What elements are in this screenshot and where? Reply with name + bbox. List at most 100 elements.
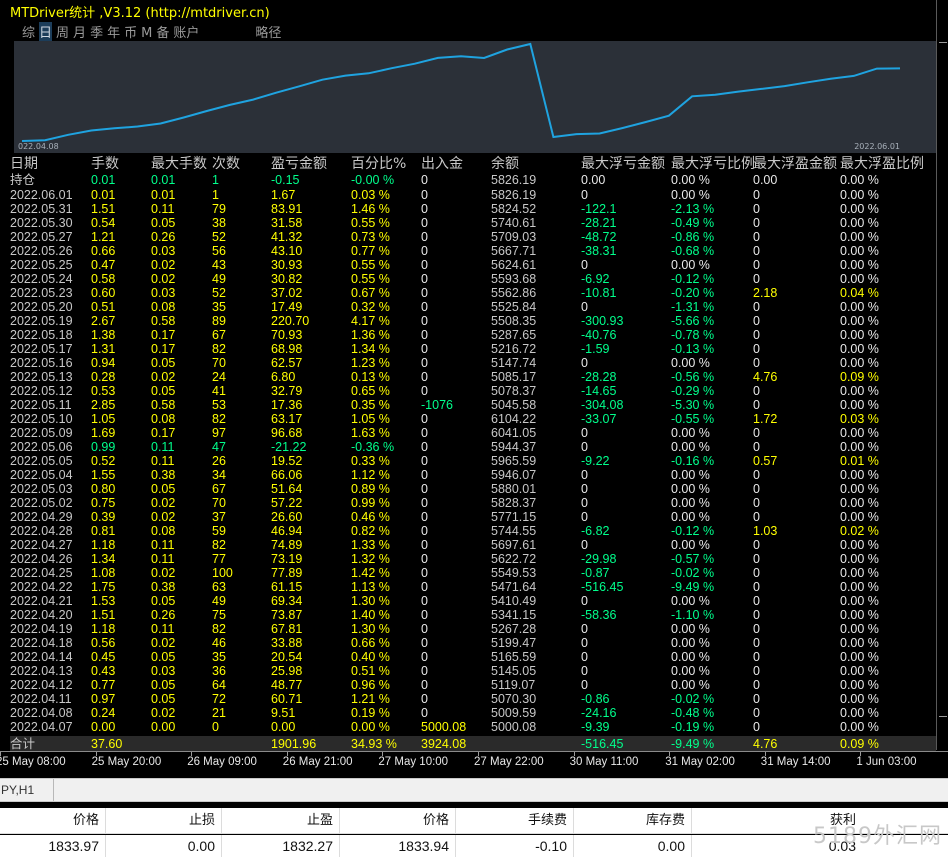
cell-pnl: 63.17 bbox=[271, 412, 303, 426]
tab-3[interactable]: 月 bbox=[73, 22, 86, 41]
cell-max-float-profit-pct: 0.00 % bbox=[840, 664, 879, 678]
cell-max-float-loss: 0 bbox=[581, 440, 588, 454]
cell-deposit: 0 bbox=[421, 496, 428, 510]
cell-max-float-loss: 0 bbox=[581, 482, 588, 496]
cell-deposit: 0 bbox=[421, 216, 428, 230]
header-swap[interactable]: 库存费 bbox=[574, 808, 692, 833]
cell-max-float-profit-pct: 0.00 % bbox=[840, 328, 879, 342]
cell-deposit: 0 bbox=[421, 426, 428, 440]
cell-max-float-loss: 0 bbox=[581, 258, 588, 272]
cell-deposit: 3924.08 bbox=[421, 737, 467, 751]
cell-date: 2022.05.27 bbox=[10, 230, 73, 244]
cell-lots: 1.21 bbox=[91, 230, 116, 244]
header-current-price[interactable]: 价格 bbox=[340, 808, 456, 833]
cell-max-float-profit-pct: 0.00 % bbox=[840, 216, 879, 230]
cell-balance: 6041.05 bbox=[491, 426, 537, 440]
cell-max-float-profit: 0 bbox=[753, 482, 760, 496]
cell-max-float-loss-pct: -5.66 % bbox=[671, 314, 715, 328]
cell-pnl: 74.89 bbox=[271, 538, 303, 552]
cell-max-float-loss: -28.21 bbox=[581, 216, 617, 230]
header-take-profit[interactable]: 止盈 bbox=[222, 808, 340, 833]
cell-percent: 0.99 % bbox=[351, 496, 390, 510]
cell-deposit: 0 bbox=[421, 538, 428, 552]
cell-date: 2022.05.02 bbox=[10, 496, 73, 510]
cell-balance: 5525.84 bbox=[491, 300, 537, 314]
tab-1[interactable]: 日 bbox=[39, 22, 53, 41]
equity-curve-svg bbox=[21, 42, 901, 142]
cell-max-float-loss-pct: -1.10 % bbox=[671, 608, 715, 622]
tab-2[interactable]: 周 bbox=[56, 22, 69, 41]
header-stop-loss[interactable]: 止损 bbox=[106, 808, 222, 833]
cell-max-float-loss-pct: 0.00 % bbox=[671, 622, 710, 636]
header-commission[interactable]: 手续费 bbox=[456, 808, 574, 833]
cell-lots: 1.75 bbox=[91, 580, 116, 594]
cell-pnl: 32.79 bbox=[271, 384, 303, 398]
trade-row[interactable]: 1833.97 0.00 1832.27 1833.94 -0.10 0.00 0.03 bbox=[0, 835, 948, 857]
tab-7[interactable]: M bbox=[141, 26, 152, 41]
cell-max-lots: 0.11 bbox=[151, 440, 175, 454]
tab-10[interactable]: 略径 bbox=[255, 22, 281, 41]
cell-percent: 0.73 % bbox=[351, 230, 390, 244]
cell-count: 82 bbox=[212, 412, 226, 426]
cell-max-float-profit: 1.72 bbox=[753, 412, 778, 426]
cell-pnl: 0.00 bbox=[271, 720, 296, 734]
time-axis-label: 31 May 14:00 bbox=[760, 756, 831, 768]
header-balance: 余额 bbox=[491, 156, 519, 172]
cell-max-float-profit: 0 bbox=[753, 636, 760, 650]
cell-balance: 5944.37 bbox=[491, 440, 537, 454]
cell-max-float-profit: 0 bbox=[753, 664, 760, 678]
cell-balance: 5199.47 bbox=[491, 636, 537, 650]
price-scale[interactable] bbox=[936, 0, 948, 750]
tab-6[interactable]: 币 bbox=[124, 22, 137, 41]
cell-deposit: 0 bbox=[421, 188, 428, 202]
watermark: 5189外汇网 bbox=[813, 824, 942, 849]
cell-percent: 0.46 % bbox=[351, 510, 390, 524]
tab-8[interactable]: 备 bbox=[156, 22, 169, 41]
cell-pnl: 61.15 bbox=[271, 580, 303, 594]
cell-max-float-profit: 0 bbox=[753, 706, 760, 720]
cell-count: 64 bbox=[212, 678, 226, 692]
cell-max-float-loss-pct: -0.12 % bbox=[671, 524, 715, 538]
cell-count: 67 bbox=[212, 328, 226, 342]
cell-max-float-profit-pct: 0.00 % bbox=[840, 342, 879, 356]
tab-5[interactable]: 年 bbox=[107, 22, 120, 41]
header-open-price[interactable]: 价格 bbox=[0, 808, 106, 833]
cell-count: 79 bbox=[212, 202, 226, 216]
cell-balance: 5562.86 bbox=[491, 286, 537, 300]
cell-max-float-profit-pct: 0.00 % bbox=[840, 440, 879, 454]
table-row: 2022.04.08 0.24 0.02 21 9.51 0.19 % 0 5009.59 -2… bbox=[10, 706, 936, 720]
cell-date: 2022.04.12 bbox=[10, 678, 73, 692]
tab-9[interactable]: 账户 bbox=[173, 22, 199, 41]
cell-max-float-loss: -14.65 bbox=[581, 384, 617, 398]
cell-deposit: 0 bbox=[421, 650, 428, 664]
cell-deposit: 0 bbox=[421, 706, 428, 720]
cell-max-float-loss-pct: 0.00 % bbox=[671, 678, 710, 692]
table-row: 2022.04.14 0.45 0.05 35 20.54 0.40 % 0 5165.59 0… bbox=[10, 650, 936, 664]
cell-count: 26 bbox=[212, 454, 226, 468]
cell-pnl: 19.52 bbox=[271, 454, 303, 468]
cell-max-float-loss: -516.45 bbox=[581, 580, 624, 594]
cell-max-float-loss: -38.31 bbox=[581, 244, 617, 258]
symbol-tab[interactable]: PY,H1 bbox=[0, 779, 54, 801]
price-scale-tick bbox=[939, 716, 947, 717]
cell-balance: 5826.19 bbox=[491, 173, 537, 187]
cell-max-lots: 0.05 bbox=[151, 384, 176, 398]
cell-lots: 0.81 bbox=[91, 524, 116, 538]
cell-lots: 0.39 bbox=[91, 510, 116, 524]
tab-4[interactable]: 季 bbox=[90, 22, 103, 41]
tab-0[interactable]: 综 bbox=[22, 22, 35, 41]
table-row: 2022.05.11 2.85 0.58 53 17.36 0.35 % -1076 5045… bbox=[10, 398, 936, 412]
cell-deposit: 0 bbox=[421, 356, 428, 370]
cell-count: 49 bbox=[212, 594, 226, 608]
cell-percent: 0.55 % bbox=[351, 216, 390, 230]
cell-max-float-profit: 0 bbox=[753, 608, 760, 622]
cell-commission: -0.10 bbox=[456, 835, 574, 857]
cell-deposit: 0 bbox=[421, 286, 428, 300]
cell-date: 2022.05.23 bbox=[10, 286, 73, 300]
header-max-float-profit-pct: 最大浮盈比例 bbox=[840, 156, 924, 172]
cell-count: 53 bbox=[212, 398, 226, 412]
cell-balance: 5697.61 bbox=[491, 538, 537, 552]
cell-pnl: 60.71 bbox=[271, 692, 303, 706]
cell-max-float-loss-pct: -0.56 % bbox=[671, 370, 715, 384]
cell-max-float-loss: -58.36 bbox=[581, 608, 617, 622]
